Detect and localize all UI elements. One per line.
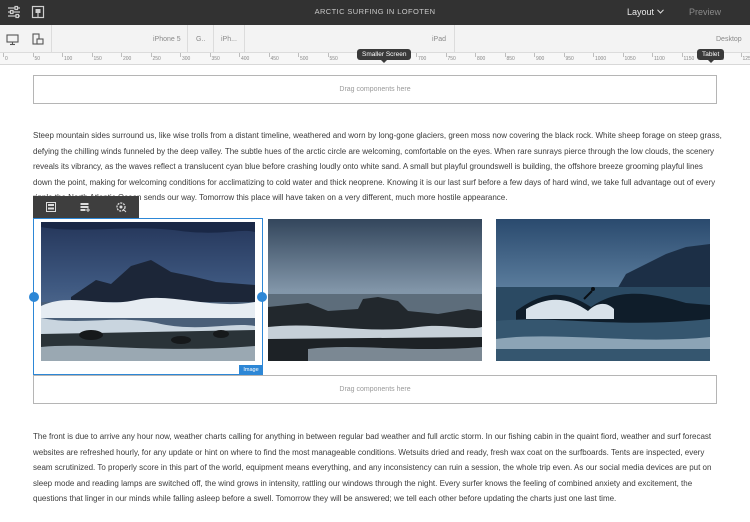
- device-desktop[interactable]: Desktop: [716, 36, 742, 43]
- ruler-tick-label: 250: [152, 56, 161, 62]
- ruler-tick-label: 850: [506, 56, 515, 62]
- settings-icon[interactable]: [115, 201, 127, 213]
- ruler-tick-label: 700: [418, 56, 427, 62]
- device-iphone[interactable]: iPh...: [221, 36, 237, 43]
- drop-zone-top[interactable]: Drag components here: [33, 75, 717, 104]
- ruler-tick-label: 900: [536, 56, 545, 62]
- ruler-tick: [534, 53, 535, 57]
- chevron-down-icon[interactable]: [657, 9, 664, 14]
- body-paragraph-2: The front is due to arrive any hour now,…: [33, 432, 712, 503]
- device-ipad[interactable]: iPad: [432, 36, 446, 43]
- ruler-tick-label: 1000: [595, 56, 607, 62]
- surf-image-2[interactable]: [268, 219, 482, 361]
- ruler-tick: [563, 53, 565, 57]
- ruler-tick-label: 300: [182, 56, 191, 62]
- ruler-tick-label: 1250: [742, 56, 750, 62]
- device-galaxy[interactable]: G..: [196, 36, 205, 43]
- ruler-tick-label: 550: [329, 56, 338, 62]
- ruler-tick-label: 1150: [683, 56, 695, 62]
- device-iphone5[interactable]: iPhone 5: [153, 36, 181, 43]
- ruler-tick: [416, 53, 417, 57]
- ruler-tick-label: 350: [211, 56, 220, 62]
- ruler-tick: [475, 53, 476, 57]
- ruler-tick: [268, 53, 270, 57]
- tablet-tooltip: Tablet: [697, 49, 725, 63]
- ruler-tick-label: 200: [123, 56, 132, 62]
- configure-icon[interactable]: [45, 201, 57, 213]
- component-type-badge: Image: [239, 365, 263, 375]
- ruler-tick-label: 50: [34, 56, 41, 62]
- ruler-tick: [91, 53, 93, 57]
- ruler-tick-label: 450: [270, 56, 279, 62]
- mode-selector[interactable]: Layout: [627, 7, 654, 17]
- ruler-tick: [209, 53, 211, 57]
- ruler-tick-label: 950: [565, 56, 574, 62]
- ruler-tick: [652, 53, 653, 57]
- ruler-tick: [504, 53, 506, 57]
- ruler-tick: [298, 53, 299, 57]
- ruler-tick: [62, 53, 63, 57]
- ruler-tick: [327, 53, 329, 57]
- ruler-tick-label: 500: [300, 56, 309, 62]
- ruler-tick: [622, 53, 624, 57]
- preview-button[interactable]: Preview: [689, 7, 721, 17]
- resize-handle-right[interactable]: [257, 292, 267, 302]
- ruler-tick-label: 800: [477, 56, 486, 62]
- device-rotate-icon[interactable]: [31, 33, 44, 46]
- ruler-tick-label: 0: [5, 56, 8, 62]
- ruler-tick: [121, 53, 122, 57]
- smaller-screen-tooltip: Smaller Screen: [357, 49, 412, 63]
- ruler-tick: [150, 53, 152, 57]
- ruler-tick-label: 750: [447, 56, 456, 62]
- ruler-tick: [3, 53, 4, 57]
- desktop-icon[interactable]: [6, 33, 19, 46]
- ruler-tick: [681, 53, 683, 57]
- ruler-tick: [593, 53, 594, 57]
- surf-image-3[interactable]: [496, 219, 710, 361]
- body-paragraph-1: Steep mountain sides surround us, like w…: [33, 131, 722, 202]
- ruler-tick-label: 400: [241, 56, 250, 62]
- ruler-tick: [239, 53, 240, 57]
- ruler-tick: [445, 53, 447, 57]
- drop-zone-bottom[interactable]: Drag components here: [33, 375, 717, 404]
- selected-component-frame[interactable]: [33, 218, 263, 375]
- component-toolbar: [33, 196, 139, 218]
- ruler-tick-label: 1100: [654, 56, 665, 62]
- ruler-tick-label: 100: [64, 56, 73, 62]
- layout-icon[interactable]: [79, 201, 91, 213]
- ruler-tick: [180, 53, 181, 57]
- resize-handle-left[interactable]: [29, 292, 39, 302]
- ruler-tick: [32, 53, 34, 57]
- ruler-tick-label: 1050: [624, 56, 636, 62]
- top-bar: ARCTIC SURFING IN LOFOTEN Layout Preview: [0, 0, 750, 25]
- ruler-tick-label: 150: [93, 56, 102, 62]
- ruler-tick: [740, 53, 742, 57]
